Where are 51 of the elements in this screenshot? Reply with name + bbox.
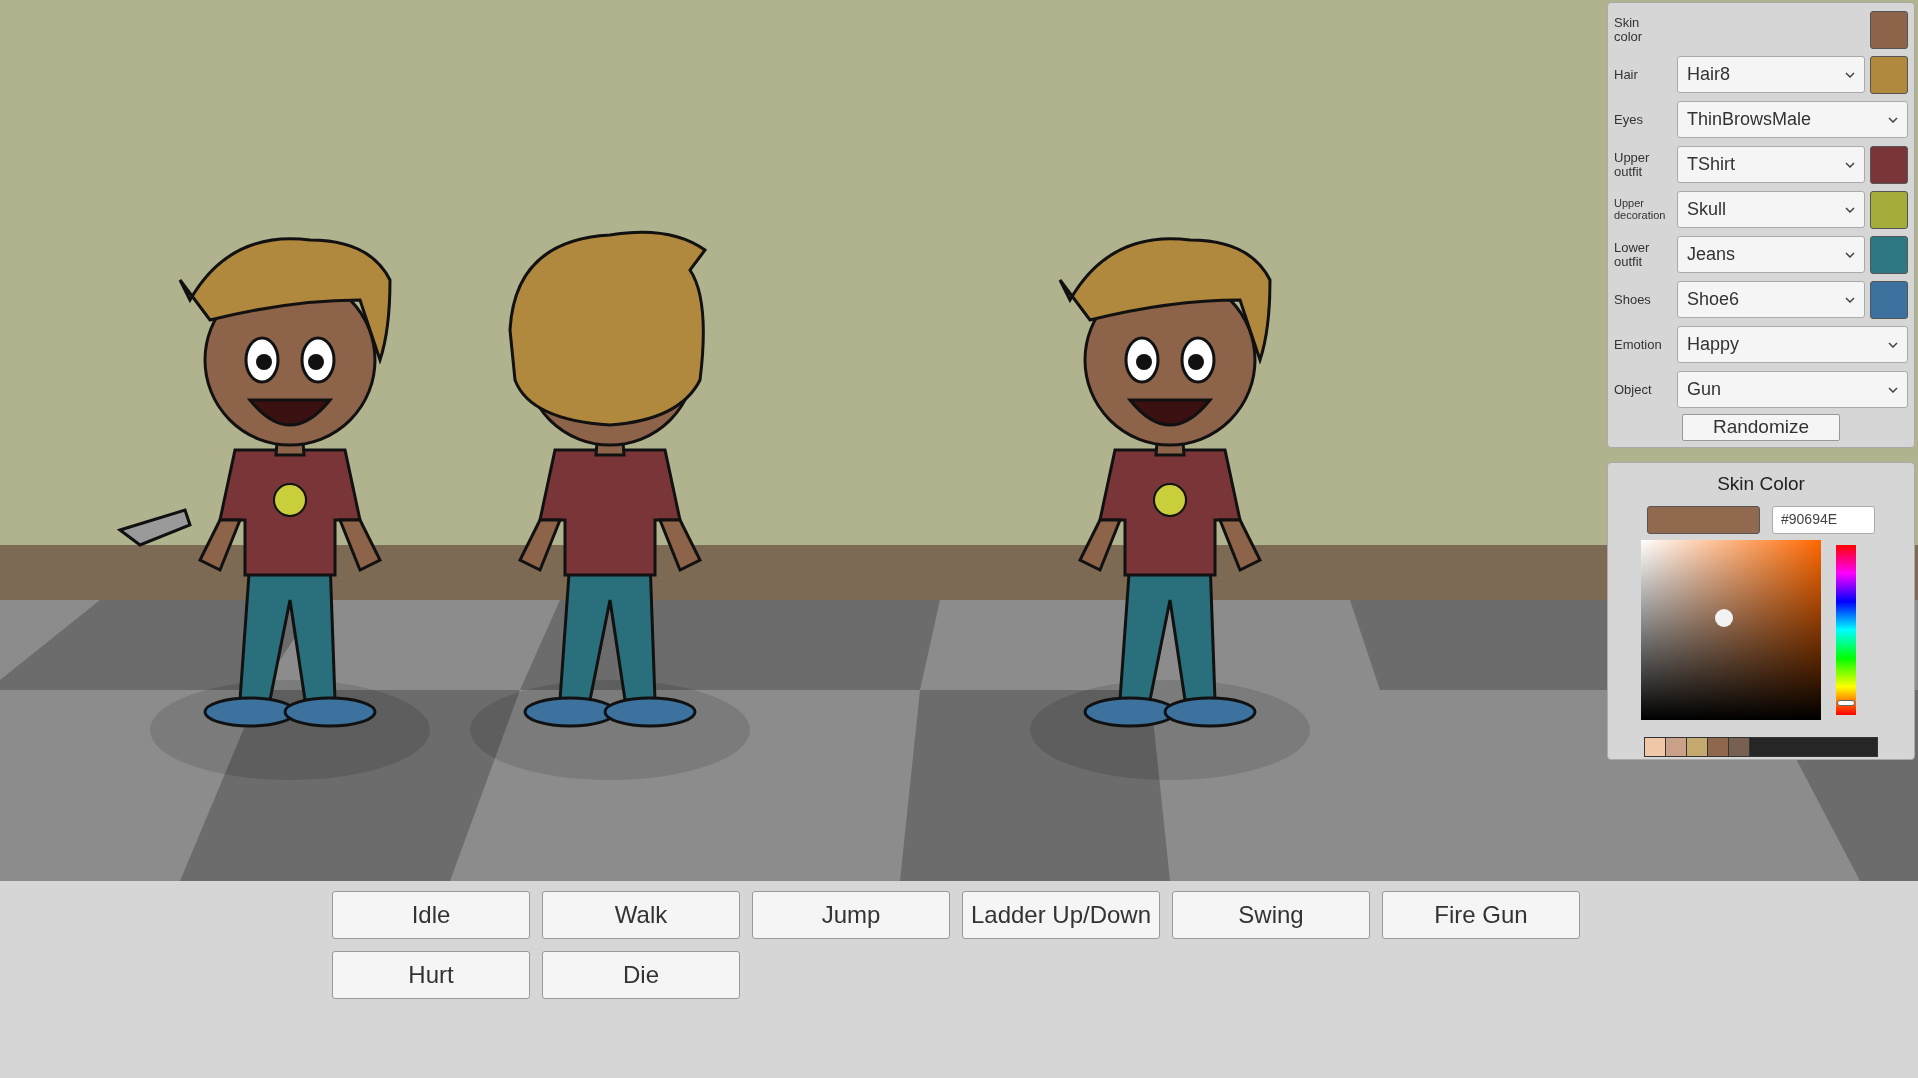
palette-swatch[interactable]: [1666, 737, 1687, 756]
animation-button[interactable]: Ladder Up/Down: [962, 891, 1160, 939]
color-swatch[interactable]: [1870, 55, 1908, 94]
field-label: Lower outfit: [1614, 240, 1651, 269]
color-swatch[interactable]: [1870, 190, 1908, 229]
dropdown[interactable]: Hair8: [1677, 56, 1865, 93]
field-label: Upper outfit: [1614, 150, 1651, 179]
animation-button[interactable]: Hurt: [332, 951, 530, 999]
palette-swatch[interactable]: [1729, 737, 1750, 756]
hex-input-field[interactable]: #90694E: [1772, 505, 1875, 534]
field-label: Upper decoration: [1614, 197, 1666, 222]
animation-button[interactable]: Walk: [542, 891, 740, 939]
dropdown[interactable]: TShirt: [1677, 146, 1865, 183]
animation-button[interactable]: Idle: [332, 891, 530, 939]
dropdown[interactable]: ThinBrowsMale: [1677, 101, 1908, 138]
hue-slider[interactable]: [1836, 544, 1856, 715]
color-swatch[interactable]: [1870, 280, 1908, 319]
animation-button[interactable]: Die: [542, 951, 740, 999]
animation-button[interactable]: Jump: [752, 891, 950, 939]
chevron-down-icon: [1888, 386, 1898, 393]
chevron-down-icon: [1845, 71, 1855, 78]
field-label: Object: [1614, 382, 1653, 397]
field-label: Eyes: [1614, 112, 1644, 127]
chevron-down-icon: [1845, 251, 1855, 258]
chevron-down-icon: [1845, 296, 1855, 303]
chevron-down-icon: [1888, 116, 1898, 123]
panel-title: Skin Color: [1717, 472, 1805, 496]
color-swatch[interactable]: [1870, 145, 1908, 184]
dropdown[interactable]: Skull: [1677, 191, 1865, 228]
randomize-button[interactable]: Randomize: [1682, 414, 1840, 441]
dropdown[interactable]: Gun: [1677, 371, 1908, 408]
palette-swatch[interactable]: [1645, 737, 1666, 756]
chevron-down-icon: [1845, 161, 1855, 168]
field-label: Shoes: [1614, 292, 1652, 307]
field-label: Hair: [1614, 67, 1639, 82]
dropdown[interactable]: Jeans: [1677, 236, 1865, 273]
picker-handle[interactable]: [1714, 608, 1733, 627]
hue-slider-handle[interactable]: [1837, 699, 1855, 706]
field-label: Emotion: [1614, 337, 1663, 352]
animation-button[interactable]: Swing: [1172, 891, 1370, 939]
saturation-value-area[interactable]: [1641, 539, 1821, 720]
palette-swatch[interactable]: [1687, 737, 1708, 756]
chevron-down-icon: [1888, 341, 1898, 348]
dropdown[interactable]: Happy: [1677, 326, 1908, 363]
color-swatch[interactable]: [1870, 10, 1908, 49]
field-label: Skin color: [1614, 15, 1644, 44]
chevron-down-icon: [1845, 206, 1855, 213]
color-swatch[interactable]: [1870, 235, 1908, 274]
palette-swatch[interactable]: [1708, 737, 1729, 756]
animation-button[interactable]: Fire Gun: [1382, 891, 1580, 939]
dropdown[interactable]: Shoe6: [1677, 281, 1865, 318]
